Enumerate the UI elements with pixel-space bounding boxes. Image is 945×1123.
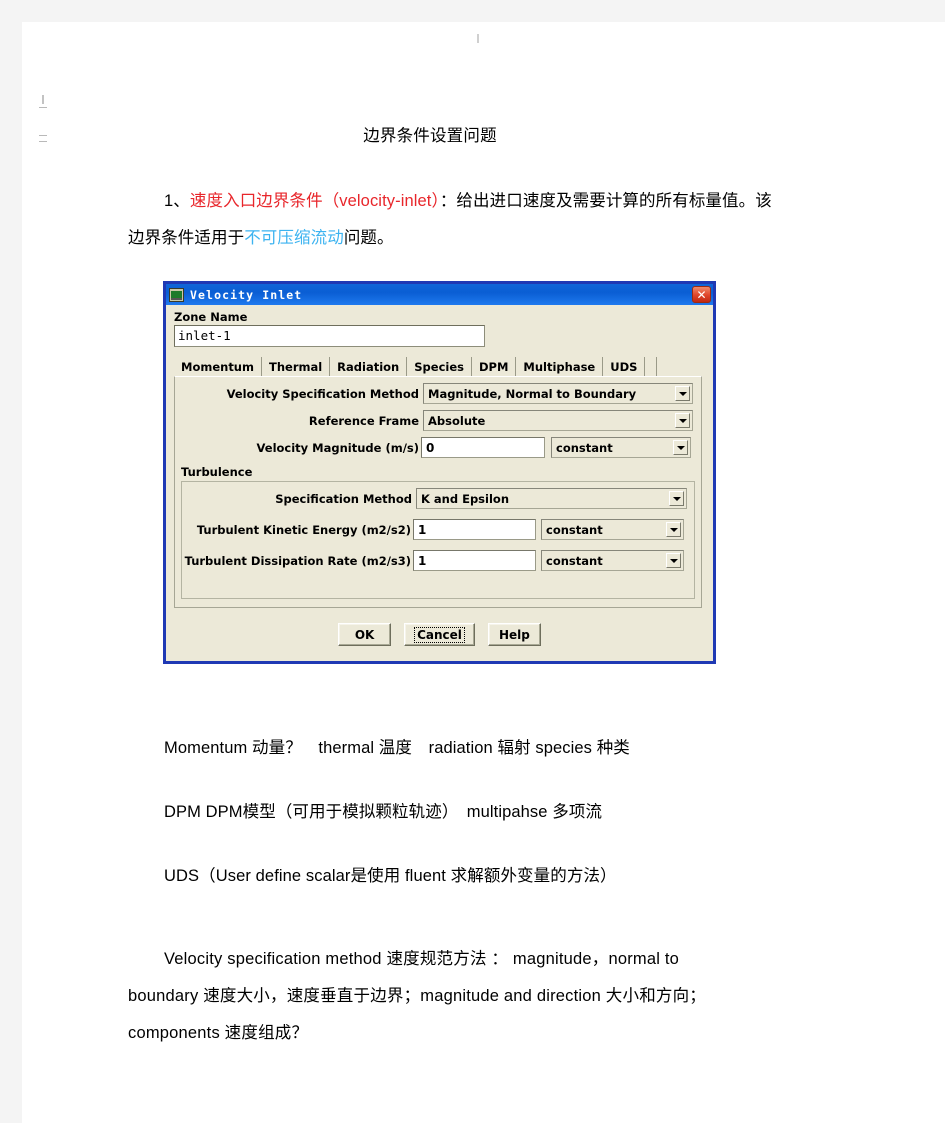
page-title: 边界条件设置问题: [363, 127, 497, 145]
tab-strip: Momentum Thermal Radiation Species DPM M…: [174, 357, 702, 377]
turbulence-spec-method-value: K and Epsilon: [421, 491, 510, 506]
paragraph-1-line-2-post: 问题。: [343, 229, 394, 247]
paragraph-1-line-2: 边界条件适用于不可压缩流动问题。: [128, 220, 394, 257]
scan-artifact-tick-2: [477, 34, 479, 43]
velocity-magnitude-profile-value: constant: [556, 440, 613, 455]
velocity-spec-method-select[interactable]: Magnitude, Normal to Boundary: [423, 383, 693, 404]
row-turbulence-spec-method: Specification Method K and Epsilon: [175, 488, 701, 509]
tab-dpm[interactable]: DPM: [471, 357, 517, 377]
velocity-magnitude-profile-select[interactable]: constant: [551, 437, 691, 458]
paragraph-1-line-2-pre: 边界条件适用于: [128, 229, 245, 247]
tab-momentum[interactable]: Momentum: [174, 357, 262, 377]
reference-frame-select[interactable]: Absolute: [423, 410, 693, 431]
document-page: 边界条件设置问题 1、速度入口边界条件（velocity-inlet）：给出进口…: [22, 22, 945, 1123]
cancel-button-label: Cancel: [414, 626, 465, 643]
chevron-down-icon[interactable]: [673, 440, 688, 455]
highlight-blue-term: 不可压缩流动: [244, 229, 344, 247]
velocity-magnitude-input[interactable]: 0: [421, 437, 545, 458]
cancel-button[interactable]: Cancel: [404, 623, 475, 646]
turbulent-kinetic-energy-label: Turbulent Kinetic Energy (m2/s2): [196, 522, 411, 537]
turbulence-spec-method-label: Specification Method: [275, 491, 412, 506]
close-icon[interactable]: ✕: [692, 286, 711, 303]
zone-name-input[interactable]: inlet-1: [174, 325, 485, 347]
turbulent-dissipation-rate-input[interactable]: 1: [413, 550, 536, 571]
chevron-down-icon[interactable]: [669, 491, 684, 506]
velocity-spec-method-label: Velocity Specification Method: [226, 386, 419, 401]
dialog-title: Velocity Inlet: [190, 287, 303, 302]
row-reference-frame: Reference Frame Absolute: [175, 410, 701, 431]
dialog-button-row: OK Cancel Help: [166, 623, 713, 646]
ok-button-label: OK: [354, 627, 375, 642]
reference-frame-value: Absolute: [428, 413, 486, 428]
row-turbulent-kinetic-energy: Turbulent Kinetic Energy (m2/s2) 1 const…: [175, 519, 701, 540]
dialog-title-bar[interactable]: Velocity Inlet ✕: [166, 284, 713, 305]
help-button[interactable]: Help: [487, 623, 541, 646]
dialog-body: Zone Name inlet-1 Momentum Thermal Radia…: [166, 305, 713, 661]
turbulence-group-label: Turbulence: [181, 465, 253, 479]
tab-radiation[interactable]: Radiation: [330, 357, 408, 377]
paragraph-5-line-1: Velocity specification method 速度规范方法 ： m…: [164, 950, 680, 968]
paragraph-3: DPM DPM模型（可用于模拟颗粒轨迹） multipahse 多项流: [164, 803, 603, 821]
help-button-label: Help: [498, 627, 530, 642]
velocity-magnitude-label: Velocity Magnitude (m/s): [256, 440, 420, 455]
tab-multiphase[interactable]: Multiphase: [516, 357, 604, 377]
paragraph-1-line-1: 1、速度入口边界条件（velocity-inlet）：给出进口速度及需要计算的所…: [164, 183, 772, 220]
paragraph-5-line-2: boundary 速度大小，速度垂直于边界；magnitude and dire…: [128, 987, 706, 1005]
chevron-down-icon[interactable]: [666, 522, 681, 537]
scan-artifact-mark-3: [39, 141, 47, 142]
list-number: 1、: [164, 192, 190, 210]
velocity-spec-method-value: Magnitude, Normal to Boundary: [428, 386, 637, 401]
chevron-down-icon[interactable]: [675, 413, 690, 428]
highlight-red-term: 速度入口边界条件（velocity-inlet）: [189, 192, 440, 210]
velocity-inlet-dialog: Velocity Inlet ✕ Zone Name inlet-1 Momen…: [163, 281, 716, 664]
row-turbulent-dissipation-rate: Turbulent Dissipation Rate (m2/s3) 1 con…: [175, 550, 701, 571]
tab-thermal[interactable]: Thermal: [261, 357, 331, 377]
scan-artifact-tick-1: [42, 95, 44, 104]
tab-species[interactable]: Species: [407, 357, 472, 377]
fluent-window-icon: [169, 287, 184, 302]
turbulent-kinetic-energy-profile-select[interactable]: constant: [541, 519, 684, 540]
row-velocity-spec-method: Velocity Specification Method Magnitude,…: [175, 383, 701, 404]
momentum-tab-panel: Velocity Specification Method Magnitude,…: [174, 376, 702, 608]
tab-strip-filler: [645, 357, 658, 377]
chevron-down-icon[interactable]: [666, 553, 681, 568]
turbulent-dissipation-rate-label: Turbulent Dissipation Rate (m2/s3): [184, 553, 411, 568]
scan-artifact-mark-2: [39, 135, 47, 136]
tab-uds[interactable]: UDS: [603, 357, 646, 377]
turbulence-spec-method-select[interactable]: K and Epsilon: [416, 488, 687, 509]
chevron-down-icon[interactable]: [675, 386, 690, 401]
paragraph-4: UDS（User define scalar是使用 fluent 求解额外变量的…: [164, 867, 617, 885]
paragraph-2: Momentum 动量？ thermal 温度 radiation 辐射 spe…: [164, 739, 630, 757]
paragraph-5-line-3: components 速度组成？: [128, 1024, 309, 1042]
turbulent-dissipation-rate-profile-value: constant: [546, 553, 603, 568]
scan-artifact-mark-1: [39, 107, 47, 108]
turbulent-dissipation-rate-profile-select[interactable]: constant: [541, 550, 684, 571]
row-velocity-magnitude: Velocity Magnitude (m/s) 0 constant: [175, 437, 701, 458]
turbulent-kinetic-energy-profile-value: constant: [546, 522, 603, 537]
reference-frame-label: Reference Frame: [308, 413, 419, 428]
zone-name-label: Zone Name: [174, 310, 248, 324]
ok-button[interactable]: OK: [338, 623, 392, 646]
turbulent-kinetic-energy-input[interactable]: 1: [413, 519, 536, 540]
paragraph-1-line-1-rest: ：给出进口速度及需要计算的所有标量值。该: [439, 192, 772, 210]
